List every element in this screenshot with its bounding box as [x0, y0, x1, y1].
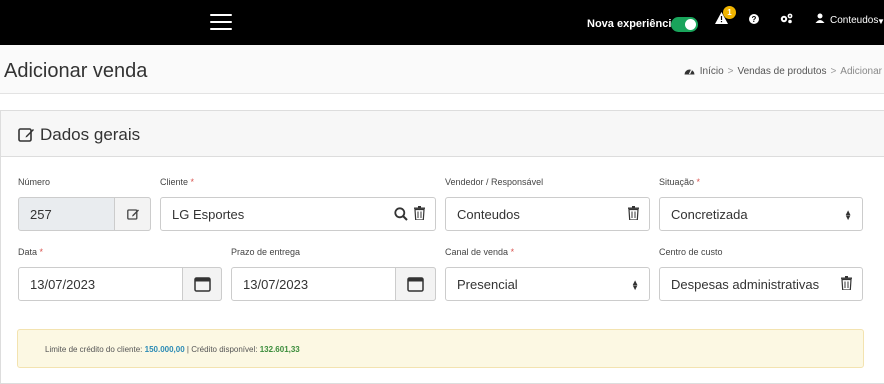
- numero-field[interactable]: 257: [18, 197, 151, 231]
- dashboard-icon: [684, 66, 695, 78]
- page-title: Adicionar venda: [4, 60, 148, 82]
- nova-experiencia-toggle[interactable]: [671, 17, 698, 32]
- help-icon[interactable]: ?: [749, 14, 759, 24]
- canal-select[interactable]: Presencial ▲ ▼: [445, 267, 650, 301]
- user-name[interactable]: Conteudos: [830, 15, 878, 26]
- edit-icon: [18, 127, 35, 147]
- situacao-select[interactable]: Concretizada ▲ ▼: [659, 197, 863, 231]
- top-navbar: Nova experiência 1 ? Conteudos ▼: [0, 0, 884, 45]
- data-input[interactable]: 13/07/2023: [18, 267, 222, 301]
- required-mark: *: [190, 177, 195, 187]
- nova-experiencia-label: Nova experiência: [587, 18, 678, 30]
- user-icon[interactable]: [815, 13, 825, 26]
- trash-icon[interactable]: [414, 206, 425, 223]
- prazo-value: 13/07/2023: [243, 277, 309, 292]
- numero-label: Número: [18, 177, 51, 187]
- credit-info: Limite de crédito do cliente: 150.000,00…: [45, 345, 300, 354]
- required-mark: *: [39, 247, 44, 257]
- situacao-value: Concretizada: [671, 207, 748, 222]
- prazo-input[interactable]: 13/07/2023: [231, 267, 436, 301]
- credit-separator: |: [186, 345, 189, 354]
- breadcrumb: Início > Vendas de produtos > Adicionar: [684, 66, 882, 78]
- menu-icon[interactable]: [210, 14, 232, 30]
- situacao-label-text: Situação: [659, 177, 695, 187]
- vendedor-input[interactable]: Conteudos: [445, 197, 650, 231]
- data-value: 13/07/2023: [30, 277, 96, 292]
- calendar-icon: [407, 276, 424, 295]
- breadcrumb-separator: >: [727, 66, 734, 77]
- breadcrumb-current: Adicionar: [840, 66, 882, 77]
- cliente-input[interactable]: LG Esportes: [160, 197, 436, 231]
- cliente-label: Cliente *: [160, 177, 194, 187]
- canal-label-text: Canal de venda: [445, 247, 509, 257]
- credit-available-label: Crédito disponível:: [191, 345, 258, 354]
- cliente-value: LG Esportes: [172, 207, 245, 222]
- edit-numero-button[interactable]: [114, 197, 151, 231]
- numero-value: 257: [30, 207, 52, 222]
- prazo-label: Prazo de entrega: [231, 247, 301, 257]
- trash-icon[interactable]: [841, 276, 852, 293]
- vendedor-value: Conteudos: [457, 207, 520, 222]
- vendedor-label: Vendedor / Responsável: [445, 177, 544, 187]
- data-label-text: Data: [18, 247, 38, 257]
- svg-text:?: ?: [752, 15, 757, 24]
- credit-available-value: 132.601,33: [259, 345, 300, 354]
- calendar-button[interactable]: [395, 267, 436, 301]
- card-title: Dados gerais: [40, 125, 141, 144]
- credit-alert: Limite de crédito do cliente: 150.000,00…: [17, 329, 864, 368]
- edit-icon: [127, 208, 140, 223]
- search-icon[interactable]: [394, 207, 408, 224]
- cliente-label-text: Cliente: [160, 177, 189, 187]
- calendar-icon: [194, 276, 211, 295]
- data-label: Data *: [18, 247, 43, 257]
- chevron-down-icon[interactable]: ▼: [877, 17, 884, 26]
- page-header: Adicionar venda Início > Vendas de produto…: [0, 45, 884, 94]
- canal-value: Presencial: [457, 277, 518, 292]
- centro-value: Despesas administrativas: [671, 277, 820, 292]
- required-mark: *: [510, 247, 515, 257]
- required-mark: *: [696, 177, 701, 187]
- breadcrumb-home[interactable]: Início: [700, 66, 724, 77]
- calendar-button[interactable]: [182, 267, 222, 301]
- card-header: Dados gerais: [1, 111, 884, 157]
- notification-badge: 1: [723, 6, 736, 19]
- breadcrumb-section[interactable]: Vendas de produtos: [737, 66, 826, 77]
- centro-input[interactable]: Despesas administrativas: [659, 267, 863, 301]
- credit-limit-value: 150.000,00: [144, 345, 185, 354]
- situacao-label: Situação *: [659, 177, 700, 187]
- trash-icon[interactable]: [628, 206, 639, 223]
- select-arrows-icon: ▲ ▼: [631, 278, 639, 292]
- select-arrows-icon: ▲ ▼: [844, 208, 852, 222]
- centro-label: Centro de custo: [659, 247, 723, 257]
- credit-limit-label: Limite de crédito do cliente:: [45, 345, 143, 354]
- canal-label: Canal de venda *: [445, 247, 514, 257]
- breadcrumb-separator: >: [830, 66, 837, 77]
- settings-icon[interactable]: [780, 13, 793, 27]
